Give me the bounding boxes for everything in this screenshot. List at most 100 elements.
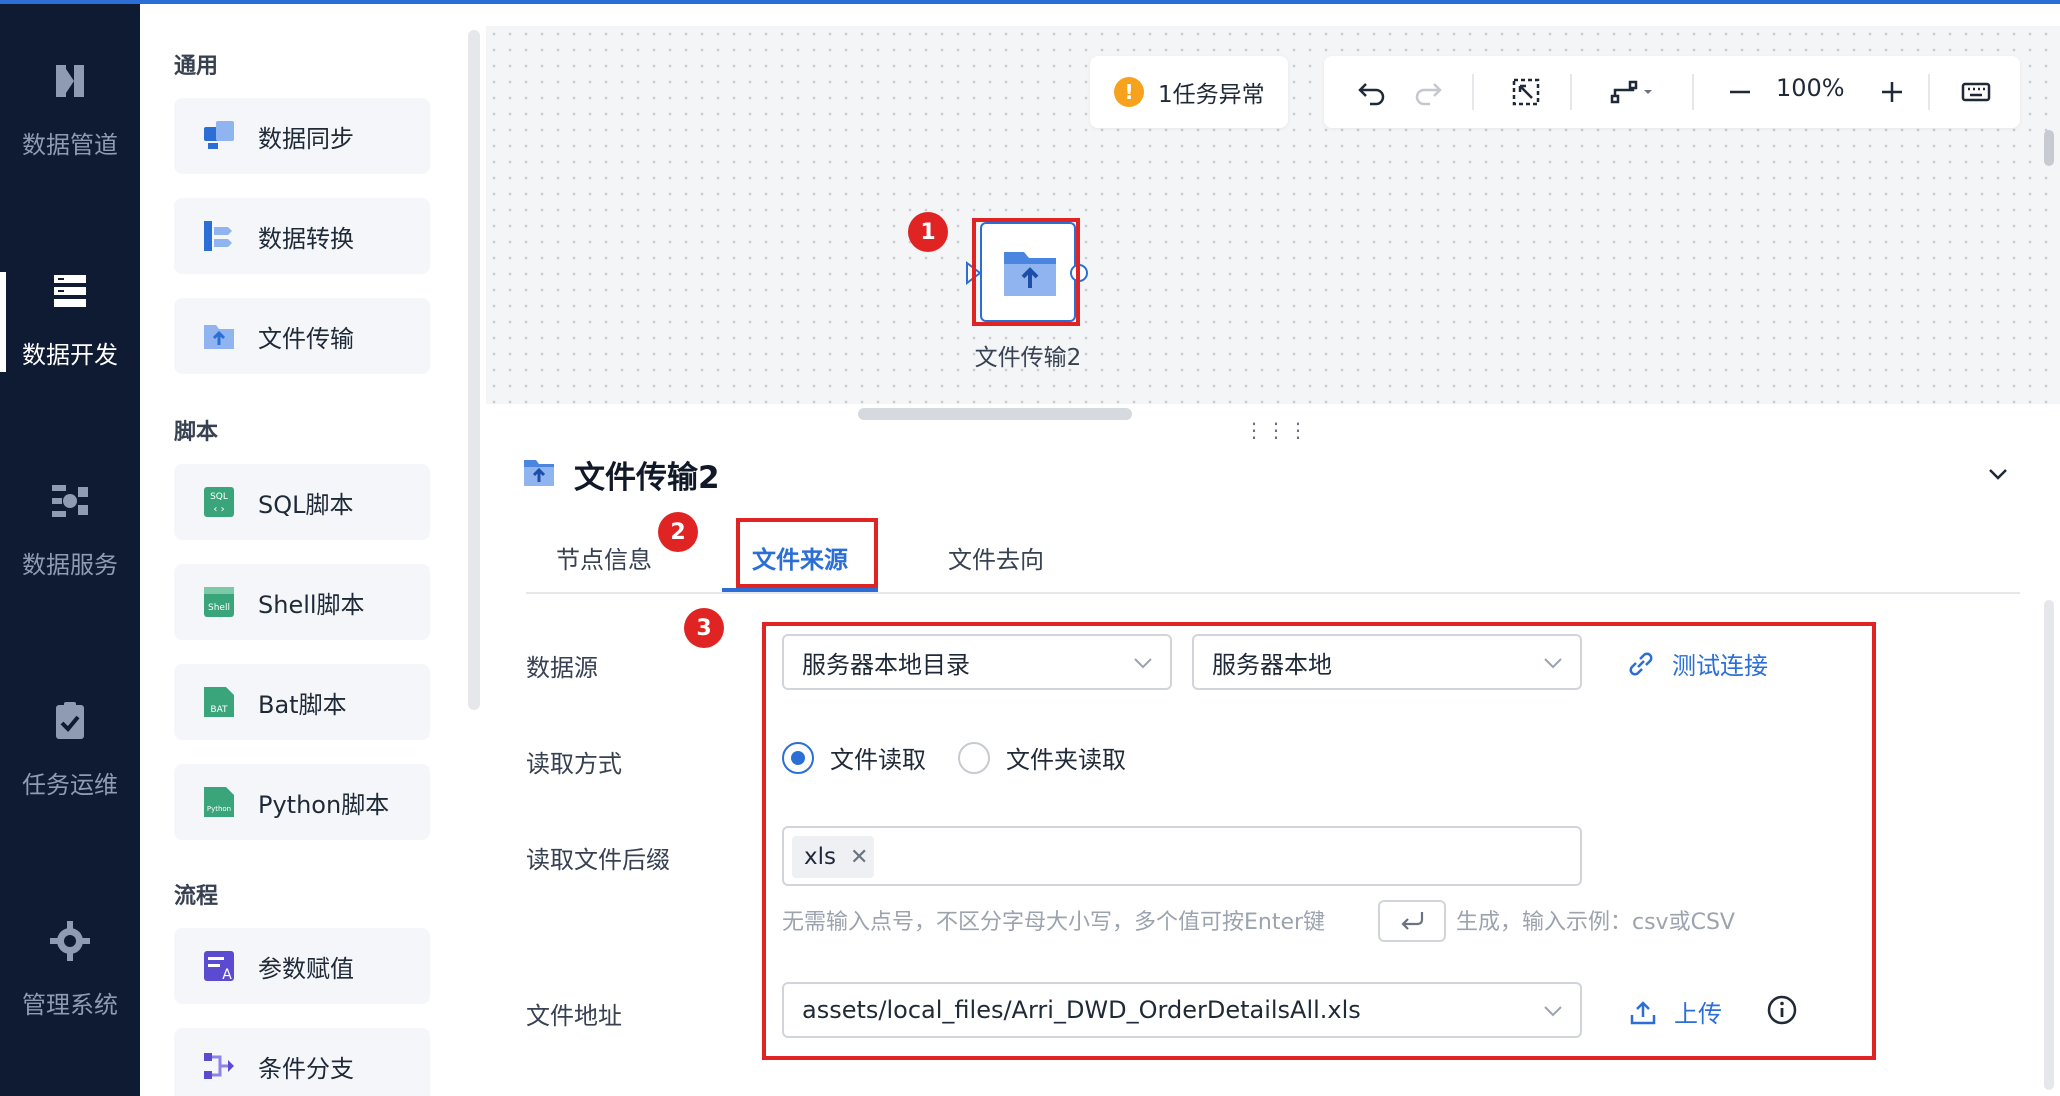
nav-item-admin[interactable]: 管理系统 [0, 894, 140, 1044]
svg-text:Shell: Shell [208, 603, 230, 613]
toolbar-divider [1692, 74, 1694, 110]
step-badge-2: 2 [658, 512, 698, 552]
task-alert-button[interactable]: ! 1任务异常 [1090, 56, 1288, 128]
component-param-assign[interactable]: A 参数赋值 [174, 928, 430, 1004]
highlight-frame-tab [736, 518, 878, 588]
folder-upload-icon [204, 325, 234, 349]
component-label: 数据同步 [258, 124, 354, 153]
read-mode-label: 读取方式 [526, 750, 622, 778]
datasource-connection-select[interactable]: 服务器本地 [1192, 634, 1582, 690]
component-label: 文件传输 [258, 324, 354, 353]
service-icon [52, 484, 88, 517]
section-title-script: 脚本 [174, 420, 219, 445]
component-label: 数据转换 [258, 224, 354, 253]
component-panel: 通用 数据同步 数据转换 文件传输 脚本 SQL ‹ › SQL脚本 Shell… [140, 4, 462, 1096]
component-bat-script[interactable]: BAT Bat脚本 [174, 664, 430, 740]
nav-item-dev[interactable]: 数据开发 [0, 244, 140, 394]
svg-text:‹ ›: ‹ › [213, 504, 224, 515]
nav-item-ops[interactable]: 任务运维 [0, 674, 140, 824]
folder-upload-icon [524, 460, 554, 486]
radio-label: 文件读取 [830, 746, 926, 774]
component-label: SQL脚本 [258, 490, 354, 519]
layout-dropdown-icon[interactable] [1608, 76, 1656, 108]
undo-icon[interactable] [1356, 76, 1388, 108]
svg-text:Python: Python [207, 805, 231, 813]
component-label: Bat脚本 [258, 690, 347, 719]
tab-file-destination[interactable]: 文件去向 [948, 540, 1044, 575]
suffix-tag: xls ✕ [792, 836, 874, 878]
test-connection-link[interactable]: 测试连接 [1626, 646, 1768, 681]
component-label: Python脚本 [258, 790, 390, 819]
select-value: 服务器本地 [1212, 650, 1332, 679]
datasource-label: 数据源 [526, 654, 598, 682]
component-python-script[interactable]: Python Python脚本 [174, 764, 430, 840]
step-badge-3: 3 [684, 608, 724, 648]
data-sync-icon [204, 121, 234, 149]
file-path-select[interactable]: assets/local_files/Arri_DWD_OrderDetails… [782, 982, 1582, 1038]
nav-item-pipeline[interactable]: 数据管道 [0, 34, 140, 184]
toolbar-divider [1570, 74, 1572, 110]
resize-handle[interactable]: ⋮⋮⋮ [1244, 418, 1310, 442]
section-title-flow: 流程 [174, 884, 219, 909]
redo-icon[interactable] [1412, 76, 1444, 108]
tab-node-info[interactable]: 节点信息 [556, 540, 652, 575]
python-icon: Python [204, 787, 234, 817]
sql-icon: SQL ‹ › [204, 487, 234, 517]
active-tab-underline [722, 588, 878, 592]
chevron-down-icon [1544, 1006, 1562, 1017]
zoom-level: 100% [1776, 74, 1845, 102]
zoom-out-icon[interactable] [1724, 76, 1756, 108]
radio-label: 文件夹读取 [1006, 746, 1126, 774]
pipeline-icon [56, 64, 84, 97]
radio-file-read[interactable]: 文件读取 [782, 740, 926, 775]
component-data-sync[interactable]: 数据同步 [174, 98, 430, 174]
toolbar-divider [1928, 74, 1930, 110]
detail-scrollbar[interactable] [2044, 600, 2054, 1090]
shell-icon: Shell [204, 587, 234, 617]
nav-label: 任务运维 [22, 770, 118, 799]
datasource-type-select[interactable]: 服务器本地目录 [782, 634, 1172, 690]
link-icon [1629, 652, 1653, 675]
chevron-down-icon [1134, 658, 1152, 669]
chevron-down-icon [1544, 658, 1562, 669]
radio-checked-icon [782, 741, 814, 774]
canvas-toolbar: 100% [1324, 56, 2020, 128]
component-label: 参数赋值 [258, 954, 354, 983]
component-sql-script[interactable]: SQL ‹ › SQL脚本 [174, 464, 430, 540]
keyboard-icon[interactable] [1960, 76, 1992, 108]
test-connection-label: 测试连接 [1672, 652, 1768, 680]
component-shell-script[interactable]: Shell Shell脚本 [174, 564, 430, 640]
fit-view-icon[interactable] [1510, 76, 1542, 108]
node-label: 文件传输2 [974, 345, 1082, 371]
zoom-in-icon[interactable] [1876, 76, 1908, 108]
toolbar-divider [1472, 74, 1474, 110]
panel-scrollbar[interactable] [468, 30, 480, 710]
info-icon[interactable] [1766, 994, 1798, 1026]
select-value: assets/local_files/Arri_DWD_OrderDetails… [802, 996, 1361, 1024]
highlight-frame-node [972, 218, 1080, 326]
component-condition-branch[interactable]: 条件分支 [174, 1028, 430, 1096]
upload-button[interactable]: 上传 [1628, 994, 1722, 1029]
tag-text: xls [804, 844, 836, 870]
chevron-down-icon[interactable] [1984, 460, 2012, 488]
component-label: Shell脚本 [258, 590, 365, 619]
suffix-hint-text: 无需输入点号，不区分字母大小写，多个值可按Enter键 [782, 910, 1326, 935]
radio-folder-read[interactable]: 文件夹读取 [958, 740, 1126, 775]
suffix-tag-input[interactable]: xls ✕ [782, 826, 1582, 886]
nav-label: 数据服务 [22, 550, 118, 579]
upload-label: 上传 [1674, 1000, 1722, 1028]
component-file-transfer[interactable]: 文件传输 [174, 298, 430, 374]
bat-icon: BAT [204, 687, 234, 717]
svg-text:BAT: BAT [210, 705, 228, 715]
branch-icon [204, 1053, 234, 1079]
component-data-transform[interactable]: 数据转换 [174, 198, 430, 274]
canvas-hscrollbar[interactable] [858, 408, 1132, 420]
file-path-label: 文件地址 [526, 1002, 622, 1030]
dev-icon [54, 274, 86, 307]
detail-title: 文件传输2 [574, 460, 720, 496]
close-icon[interactable]: ✕ [850, 845, 868, 870]
nav-item-service[interactable]: 数据服务 [0, 454, 140, 604]
enter-key-icon [1378, 900, 1446, 942]
canvas-vscrollbar[interactable] [2044, 130, 2054, 166]
upload-icon [1630, 1000, 1656, 1024]
